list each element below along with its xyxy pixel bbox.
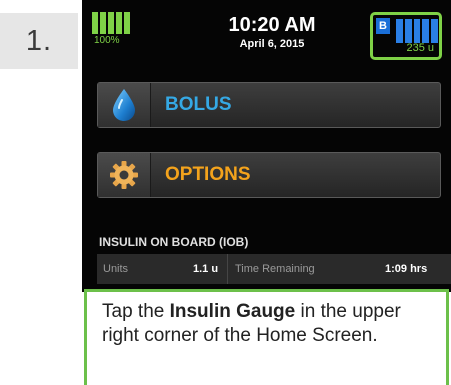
instruction-text: Tap the Insulin Gauge in the upper right…	[102, 300, 436, 348]
bolus-button[interactable]: BOLUS	[97, 82, 441, 128]
iob-time-label: Time Remaining	[235, 263, 315, 275]
insulin-gauge-icon	[396, 19, 438, 43]
insulin-gauge[interactable]: B 235 u	[370, 12, 442, 60]
battery-bar	[100, 12, 106, 34]
instruction-emphasis: Insulin Gauge	[169, 301, 296, 322]
gauge-bar	[396, 19, 403, 43]
instruction-callout: Tap the Insulin Gauge in the upper right…	[84, 289, 449, 385]
instruction-prefix: Tap the	[102, 301, 170, 322]
iob-divider	[227, 254, 228, 284]
iob-units-value: 1.1 u	[193, 263, 219, 275]
gauge-units: 235 u	[406, 42, 434, 54]
gauge-bar	[431, 19, 438, 43]
battery-bar	[108, 12, 114, 34]
battery-icon	[92, 12, 132, 34]
iob-time-value: 1:09 hrs	[385, 263, 428, 275]
device-screen: 100% 10:20 AM April 6, 2015 B 235 u BOLU…	[82, 0, 451, 292]
bolus-label: BOLUS	[165, 94, 232, 115]
iob-units-label: Units	[103, 263, 129, 275]
clock-time: 10:20 AM	[228, 14, 316, 36]
iob-title: INSULIN ON BOARD (IOB)	[99, 235, 249, 249]
gauge-badge: B	[376, 18, 390, 34]
options-label: OPTIONS	[165, 164, 251, 185]
gauge-bar	[404, 19, 412, 43]
droplet-icon	[98, 83, 151, 127]
gauge-bar	[413, 19, 421, 43]
step-label: 1.	[0, 13, 78, 69]
battery-percent: 100%	[94, 35, 120, 46]
battery-bar	[92, 12, 98, 34]
step-number: 1.	[25, 24, 53, 57]
clock-date: April 6, 2015	[239, 38, 305, 50]
options-button[interactable]: OPTIONS	[97, 152, 441, 198]
battery-bar	[124, 12, 130, 34]
status-bar: 100% 10:20 AM April 6, 2015 B 235 u	[82, 0, 451, 70]
gear-icon	[98, 153, 151, 197]
gauge-bar	[422, 19, 430, 43]
instruction-page: 1. 100% 10:20 AM April 6, 2015 B 235 u B…	[0, 0, 451, 385]
iob-row: Units 1.1 u Time Remaining 1:09 hrs	[97, 254, 451, 284]
battery-bar	[116, 12, 122, 34]
